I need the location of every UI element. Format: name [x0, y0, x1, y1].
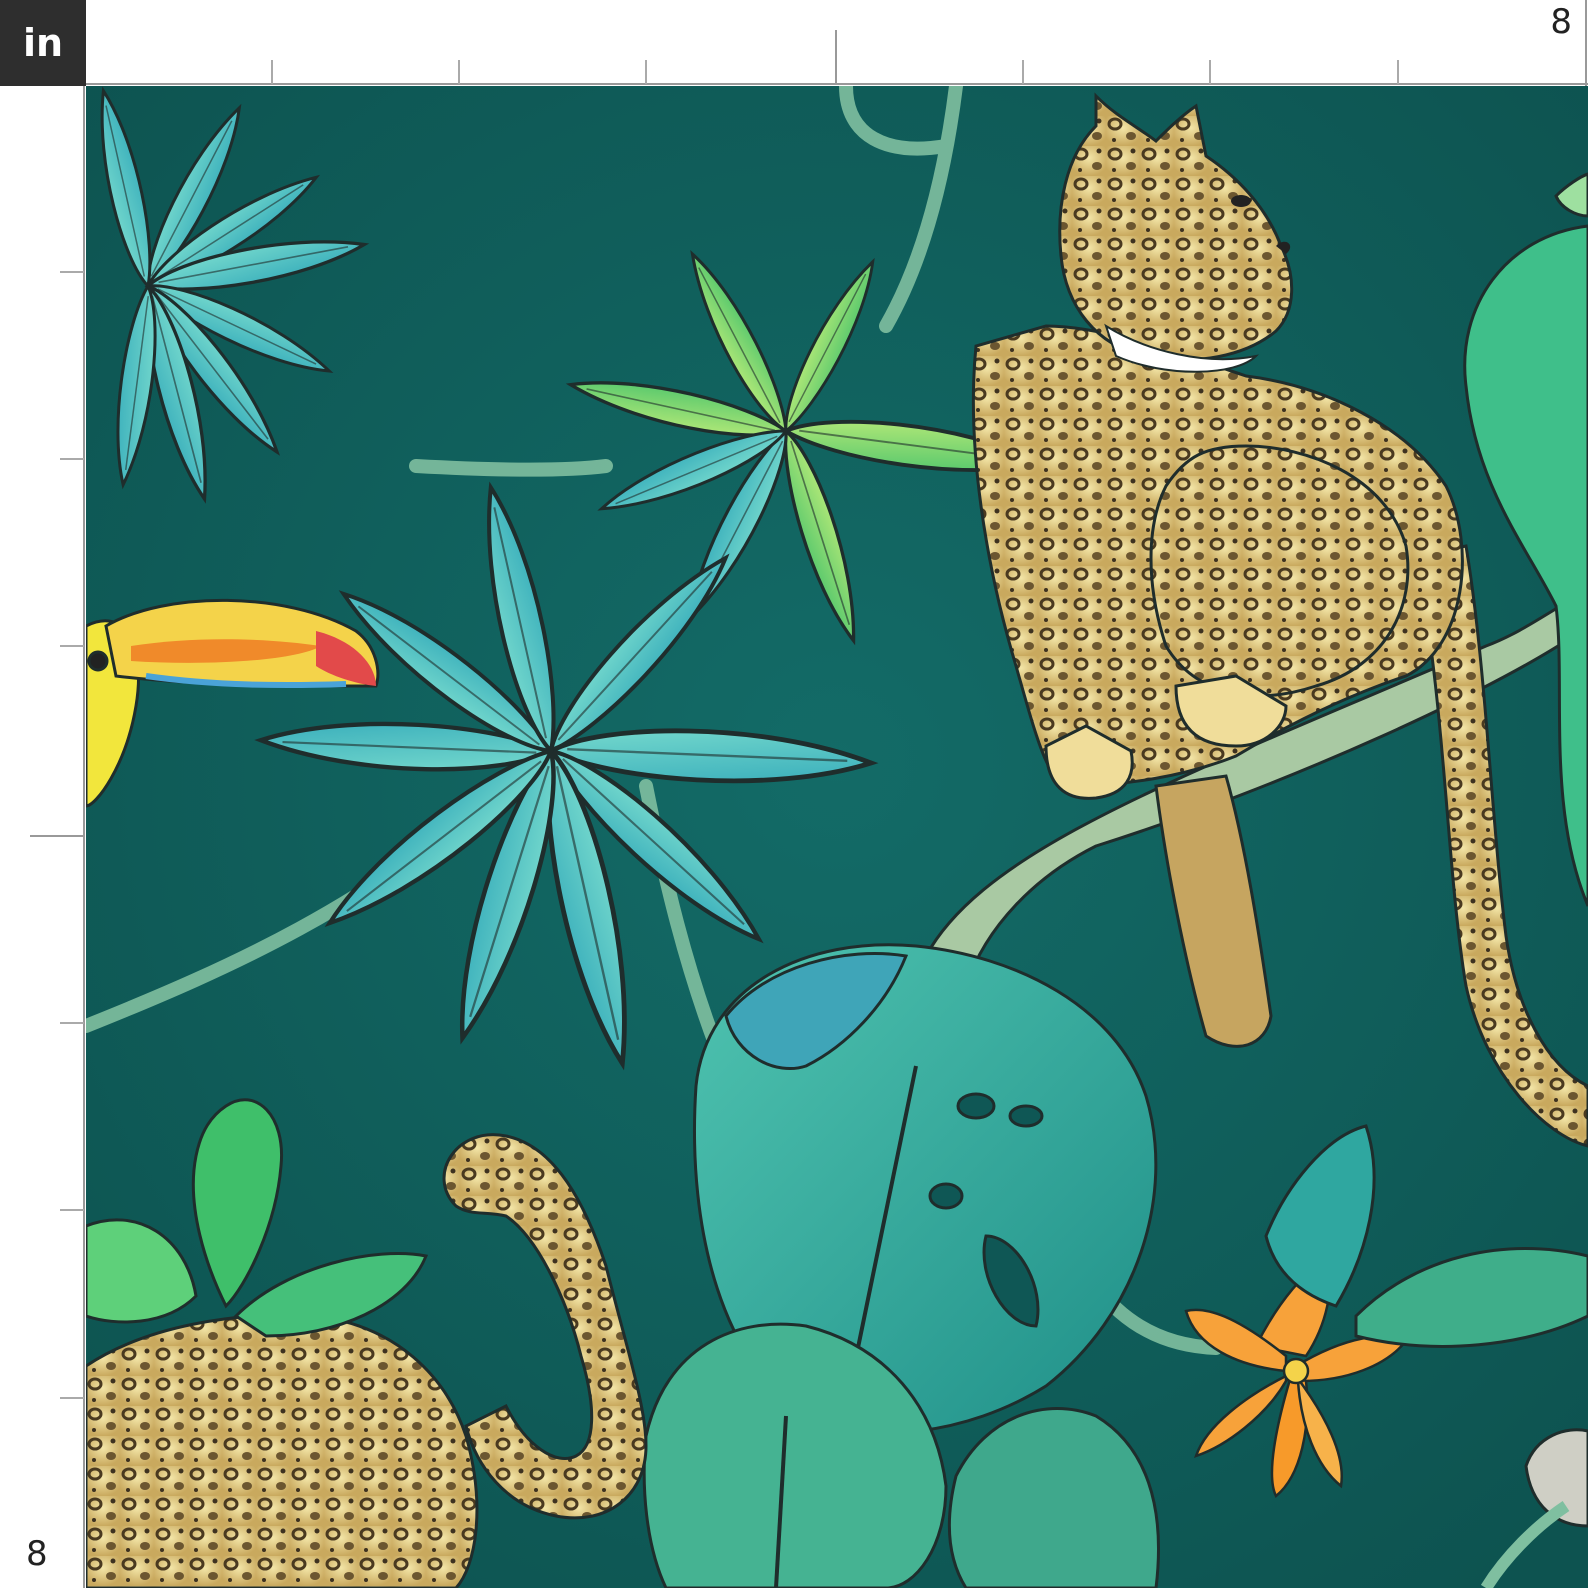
unit-badge: in [0, 0, 86, 86]
fabric-swatch [86, 86, 1588, 1588]
monstera-leaves [642, 943, 1160, 1588]
unit-label: in [22, 21, 64, 65]
ruler-top-ticks [86, 0, 1588, 86]
ruler-top: 8 [86, 0, 1588, 86]
ruler-top-end-label: 8 [1550, 2, 1572, 42]
jungle-pattern-illustration [86, 86, 1588, 1588]
ruler-left-end-label: 8 [26, 1534, 48, 1574]
ruler-left-ticks [30, 86, 85, 1588]
ruler-left: 8 [0, 86, 86, 1588]
